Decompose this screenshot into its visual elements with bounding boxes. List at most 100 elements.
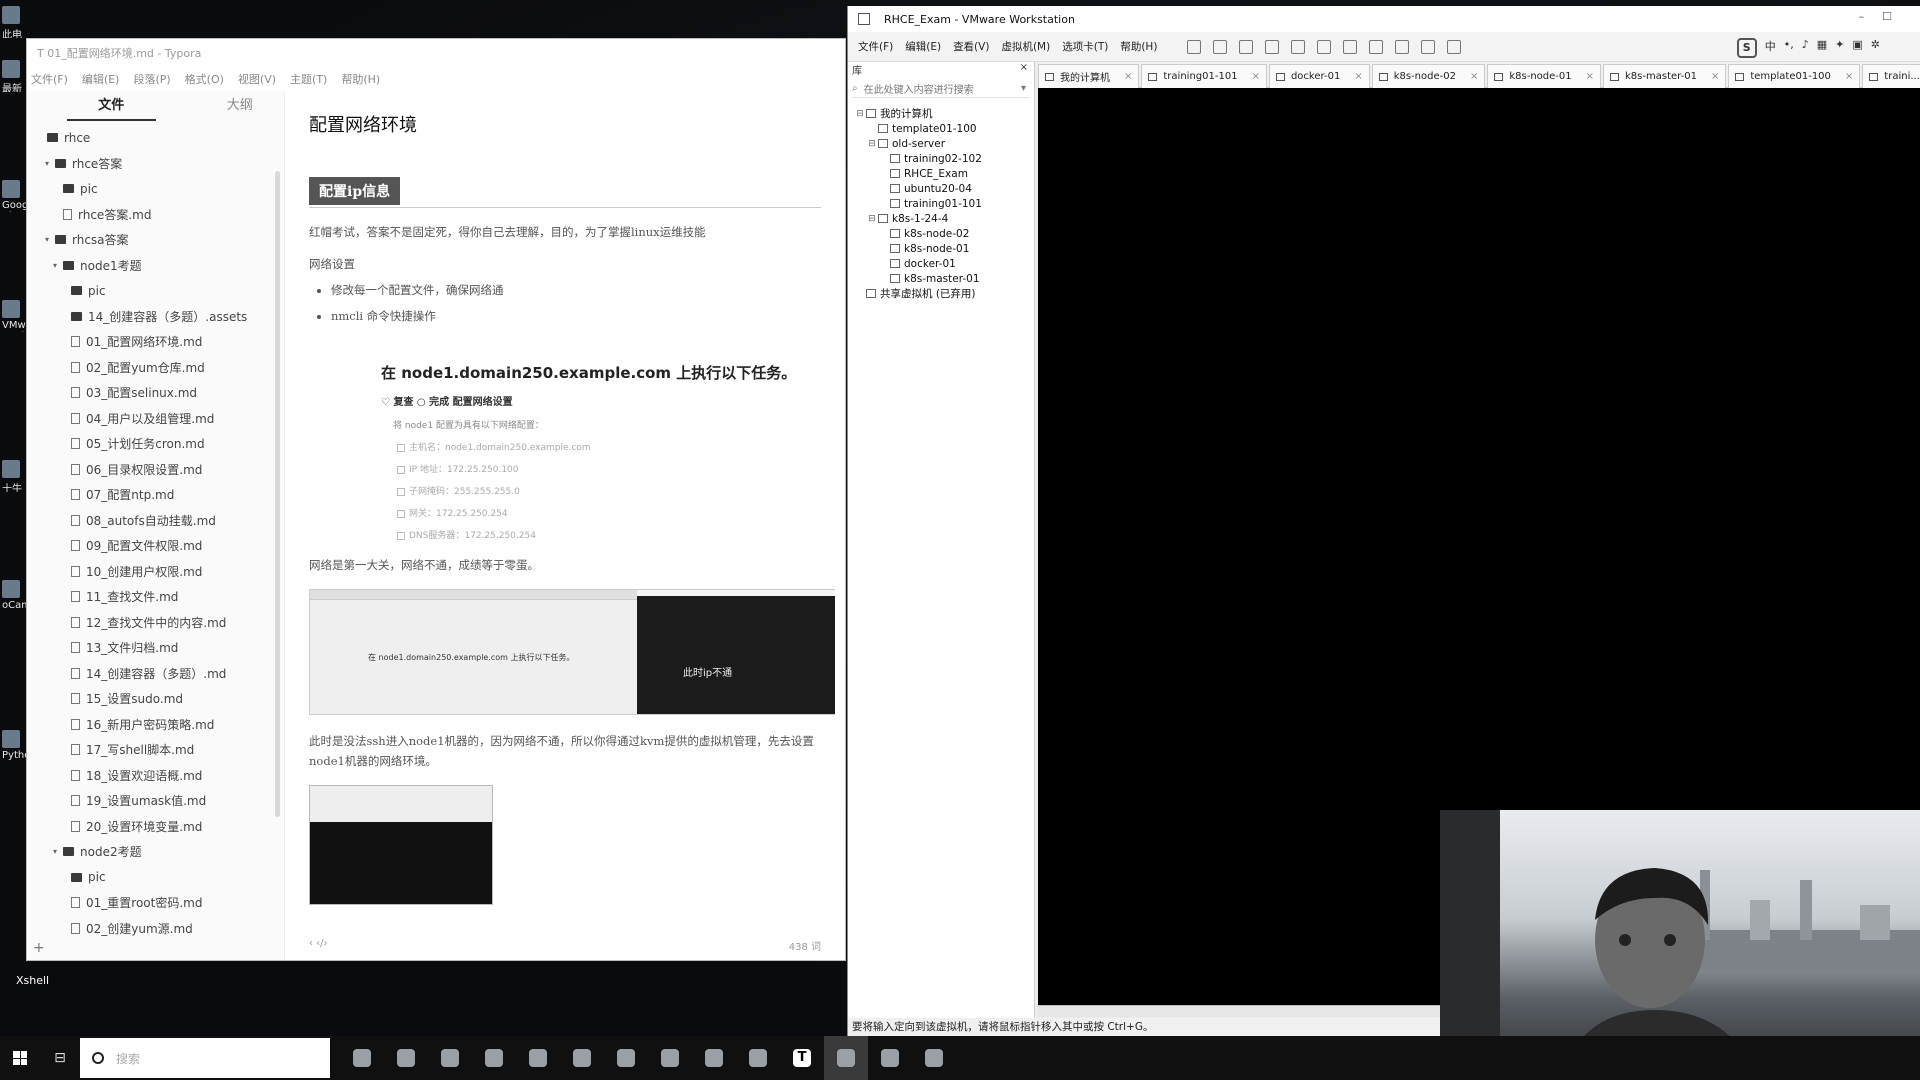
close-icon[interactable]: × [1845, 71, 1853, 82]
vm-tab[interactable]: training01-101 × [1141, 64, 1267, 88]
close-icon[interactable]: × [1124, 71, 1132, 82]
menu-item[interactable]: 查看(V) [953, 39, 989, 54]
tree-file[interactable]: 18_设置欢迎语概.md [27, 763, 284, 789]
pause-icon[interactable] [1187, 39, 1202, 54]
manage-snapshots-icon[interactable] [1291, 39, 1306, 54]
taskbar-search[interactable]: 搜索 [80, 1038, 330, 1078]
desktop-icon[interactable]: 最新版-独立 [2, 60, 26, 92]
taskbar-app-folder[interactable] [736, 1036, 780, 1080]
close-icon[interactable]: × [1252, 71, 1260, 82]
search-input[interactable]: 在此处键入内容进行搜索 [864, 81, 974, 96]
chevron-down-icon[interactable]: ▾ [45, 159, 55, 168]
vm-tab[interactable]: traini...× [1862, 64, 1920, 88]
tree-file[interactable]: 20_设置环境变量.md [27, 814, 284, 840]
expand-toggle-icon[interactable]: ⊟ [854, 109, 866, 119]
thumbnail-view-icon[interactable] [1343, 39, 1358, 54]
library-item[interactable]: ⊟ k8s-1-24-4 [848, 211, 1034, 226]
toolbox-icon[interactable]: ▣ [1852, 38, 1862, 58]
tree-file[interactable]: 12_查找文件中的内容.md [27, 610, 284, 636]
tree-file[interactable]: 10_创建用户权限.md [27, 559, 284, 585]
tree-file[interactable]: 01_重置root密码.md [27, 890, 284, 916]
taskbar-app-wps[interactable] [868, 1036, 912, 1080]
menu-item[interactable]: 选项卡(T) [1062, 39, 1108, 54]
library-item[interactable]: RHCE_Exam [848, 166, 1034, 181]
menu-item[interactable]: 帮助(H) [341, 71, 380, 87]
taskbar-app-app7[interactable] [648, 1036, 692, 1080]
horizontal-scrollbar[interactable] [1038, 1005, 1448, 1017]
document-body[interactable]: 配置网络环境 配置ip信息 红帽考试，答案不是固定死，得你自己去理解，目的，为了… [295, 91, 835, 932]
library-item[interactable]: docker-01 [848, 256, 1034, 271]
tree-file[interactable]: 11_查找文件.md [27, 584, 284, 610]
taskbar-app-app8[interactable] [692, 1036, 736, 1080]
close-icon[interactable]: × [1470, 71, 1478, 82]
tree-folder[interactable]: pic [27, 176, 284, 202]
menu-item[interactable]: 段落(P) [133, 71, 170, 87]
desktop-icon[interactable]: 此电脑 [2, 6, 26, 38]
library-item[interactable]: k8s-master-01 [848, 271, 1034, 286]
search-input[interactable]: 搜索 [116, 1050, 140, 1067]
tree-folder[interactable]: 14_创建容器（多题）.assets [27, 304, 284, 330]
library-item[interactable]: ubuntu20-04 [848, 181, 1034, 196]
vm-tab[interactable]: k8s-node-01 × [1487, 64, 1602, 88]
menu-item[interactable]: 文件(F) [31, 71, 68, 87]
tree-file[interactable]: 08_autofs自动挂载.md [27, 508, 284, 534]
window-controls[interactable]: –☐ [1859, 10, 1910, 23]
tree-folder[interactable]: ▾ node1考题 [27, 253, 284, 279]
tree-folder[interactable]: ▾ node2考题 [27, 839, 284, 865]
library-item[interactable]: ⊟ old-server [848, 136, 1034, 151]
unity-icon[interactable] [1395, 39, 1410, 54]
menu-item[interactable]: 主题(T) [290, 71, 327, 87]
menu-item[interactable]: 编辑(E) [905, 39, 941, 54]
close-icon[interactable]: × [1711, 71, 1719, 82]
tree-file[interactable]: 03_配置selinux.md [27, 380, 284, 406]
start-button[interactable] [0, 1036, 40, 1080]
tree-file[interactable]: 15_设置sudo.md [27, 686, 284, 712]
taskbar-app-app6[interactable] [604, 1036, 648, 1080]
library-search[interactable]: ⌕ 在此处键入内容进行搜索 ▾ [852, 80, 1030, 98]
desktop-icon[interactable]: VMware Workstation [2, 300, 26, 332]
restore-snapshot-icon[interactable] [1265, 39, 1280, 54]
tree-file[interactable]: 07_配置ntp.md [27, 482, 284, 508]
vm-tab[interactable]: 我的计算机 × [1038, 64, 1140, 88]
send-keys-icon[interactable] [1213, 39, 1228, 54]
menu-item[interactable]: 帮助(H) [1120, 39, 1157, 54]
tab-files[interactable]: 文件 [67, 91, 156, 121]
library-item[interactable]: ⊟ 我的计算机 [848, 106, 1034, 121]
ime-language[interactable]: 中 [1765, 38, 1776, 58]
sogou-ime-icon[interactable]: S [1736, 38, 1757, 58]
taskbar-app-task-view[interactable] [340, 1036, 384, 1080]
taskbar-app-wechat[interactable] [516, 1036, 560, 1080]
expand-toggle-icon[interactable]: ⊟ [866, 214, 878, 224]
taskbar-app-vmware[interactable] [824, 1036, 868, 1080]
close-icon[interactable]: × [1586, 71, 1594, 82]
close-icon[interactable]: × [1354, 71, 1362, 82]
desktop-icon[interactable]: oCam [2, 580, 26, 612]
tab-outline[interactable]: 大纲 [196, 91, 285, 121]
tree-folder[interactable]: ▾ rhce答案 [27, 151, 284, 177]
library-item[interactable]: template01-100 [848, 121, 1034, 136]
taskbar-app-chrome[interactable] [384, 1036, 428, 1080]
tree-file[interactable]: 09_配置文件权限.md [27, 533, 284, 559]
desktop-icon[interactable]: Python 20 [2, 730, 26, 762]
library-item[interactable]: training01-101 [848, 196, 1034, 211]
tree-folder[interactable]: ▾ rhcsa答案 [27, 227, 284, 253]
chevron-down-icon[interactable]: ▾ [45, 235, 55, 244]
punctuation-icon[interactable]: •, [1784, 38, 1794, 58]
source-mode-toggle[interactable]: ‹ ‹/› [309, 938, 328, 956]
taskbar-app-browser2[interactable] [428, 1036, 472, 1080]
tree-file[interactable]: 19_设置umask值.md [27, 788, 284, 814]
tree-folder[interactable]: rhce [27, 125, 284, 151]
tree-file[interactable]: 01_配置网络环境.md [27, 329, 284, 355]
snapshot-icon[interactable] [1239, 39, 1254, 54]
vm-tab[interactable]: docker-01 × [1268, 64, 1370, 88]
close-library-icon[interactable]: × [1020, 62, 1028, 73]
sidebar-scrollbar[interactable] [275, 171, 280, 817]
tree-file[interactable]: 16_新用户密码策略.md [27, 712, 284, 738]
chevron-down-icon[interactable]: ▾ [1021, 83, 1026, 94]
microphone-icon[interactable]: ♪ [1802, 38, 1809, 58]
tree-file[interactable]: 14_创建容器（多题）.md [27, 661, 284, 687]
add-file-icon[interactable]: + [33, 940, 45, 956]
taskbar-app-app13[interactable] [912, 1036, 956, 1080]
menu-item[interactable]: 视图(V) [238, 71, 276, 87]
menu-item[interactable]: 文件(F) [858, 39, 893, 54]
